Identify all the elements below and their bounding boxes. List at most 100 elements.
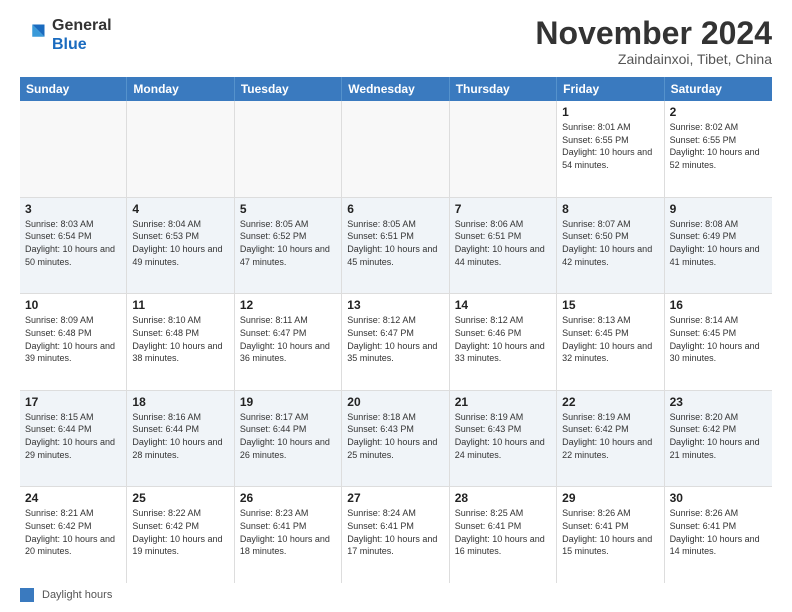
day-number: 29 <box>562 491 658 505</box>
day-info: Sunrise: 8:03 AM Sunset: 6:54 PM Dayligh… <box>25 218 121 268</box>
calendar: SundayMondayTuesdayWednesdayThursdayFrid… <box>20 77 772 583</box>
cal-cell-day-6: 6Sunrise: 8:05 AM Sunset: 6:51 PM Daylig… <box>342 198 449 294</box>
day-number: 16 <box>670 298 767 312</box>
cal-cell-day-17: 17Sunrise: 8:15 AM Sunset: 6:44 PM Dayli… <box>20 391 127 487</box>
cal-cell-day-3: 3 Sunrise: 8:03 AM Sunset: 6:54 PM Daylig… <box>20 198 127 294</box>
day-info: Sunrise: 8:25 AM Sunset: 6:41 PM Dayligh… <box>455 507 551 557</box>
cal-cell-day-26: 26 Sunrise: 8:23 AM Sunset: 6:41 PM Dayli… <box>235 487 342 583</box>
cal-row-0: 1 Sunrise: 8:01 AM Sunset: 6:55 PM Daylig… <box>20 101 772 198</box>
month-title: November 2024 <box>535 16 772 51</box>
cal-cell-day-18: 18Sunrise: 8:16 AM Sunset: 6:44 PM Dayli… <box>127 391 234 487</box>
day-number: 5 <box>240 202 336 216</box>
cal-cell-day-11: 11 Sunrise: 8:10 AM Sunset: 6:48 PM Dayli… <box>127 294 234 390</box>
day-info: Sunrise: 8:12 AM Sunset: 6:47 PM Dayligh… <box>347 314 443 364</box>
title-block: November 2024 Zaindainxoi, Tibet, China <box>535 16 772 67</box>
cal-row-1: 3 Sunrise: 8:03 AM Sunset: 6:54 PM Daylig… <box>20 198 772 295</box>
day-number: 11 <box>132 298 228 312</box>
day-info: Sunrise: 8:20 AM Sunset: 6:42 PM Dayligh… <box>670 411 767 461</box>
day-info: Sunrise: 8:19 AM Sunset: 6:42 PM Dayligh… <box>562 411 658 461</box>
logo: General Blue <box>20 16 112 54</box>
day-number: 24 <box>25 491 121 505</box>
day-number: 3 <box>25 202 121 216</box>
day-info: Sunrise: 8:13 AM Sunset: 6:45 PM Dayligh… <box>562 314 658 364</box>
day-number: 20 <box>347 395 443 409</box>
logo-general: General <box>52 17 112 34</box>
day-number: 26 <box>240 491 336 505</box>
cal-cell-day-10: 10Sunrise: 8:09 AM Sunset: 6:48 PM Dayli… <box>20 294 127 390</box>
day-info: Sunrise: 8:15 AM Sunset: 6:44 PM Dayligh… <box>25 411 121 461</box>
cal-cell-day-19: 19 Sunrise: 8:17 AM Sunset: 6:44 PM Dayli… <box>235 391 342 487</box>
day-info: Sunrise: 8:23 AM Sunset: 6:41 PM Dayligh… <box>240 507 336 557</box>
cal-cell-day-23: 23 Sunrise: 8:20 AM Sunset: 6:42 PM Dayli… <box>665 391 772 487</box>
cal-cell-day-2: 2 Sunrise: 8:02 AM Sunset: 6:55 PM Daylig… <box>665 101 772 197</box>
day-number: 19 <box>240 395 336 409</box>
cal-row-4: 24 Sunrise: 8:21 AM Sunset: 6:42 PM Dayli… <box>20 487 772 583</box>
day-info: Sunrise: 8:24 AM Sunset: 6:41 PM Dayligh… <box>347 507 443 557</box>
cal-cell-day-5: 5 Sunrise: 8:05 AM Sunset: 6:52 PM Daylig… <box>235 198 342 294</box>
day-info: Sunrise: 8:21 AM Sunset: 6:42 PM Dayligh… <box>25 507 121 557</box>
logo-blue: Blue <box>52 36 87 53</box>
day-info: Sunrise: 8:17 AM Sunset: 6:44 PM Dayligh… <box>240 411 336 461</box>
cal-cell-day-12: 12 Sunrise: 8:11 AM Sunset: 6:47 PM Dayli… <box>235 294 342 390</box>
cal-cell-day-30: 30Sunrise: 8:26 AM Sunset: 6:41 PM Dayli… <box>665 487 772 583</box>
cal-cell-day-14: 14Sunrise: 8:12 AM Sunset: 6:46 PM Dayli… <box>450 294 557 390</box>
day-number: 2 <box>670 105 767 119</box>
cal-cell-empty <box>450 101 557 197</box>
header-day-tuesday: Tuesday <box>235 77 342 101</box>
day-info: Sunrise: 8:14 AM Sunset: 6:45 PM Dayligh… <box>670 314 767 364</box>
cal-cell-day-28: 28 Sunrise: 8:25 AM Sunset: 6:41 PM Dayli… <box>450 487 557 583</box>
location: Zaindainxoi, Tibet, China <box>535 51 772 67</box>
day-info: Sunrise: 8:08 AM Sunset: 6:49 PM Dayligh… <box>670 218 767 268</box>
footer: Daylight hours <box>20 583 772 602</box>
cal-row-2: 10Sunrise: 8:09 AM Sunset: 6:48 PM Dayli… <box>20 294 772 391</box>
header-day-friday: Friday <box>557 77 664 101</box>
header-day-saturday: Saturday <box>665 77 772 101</box>
day-info: Sunrise: 8:26 AM Sunset: 6:41 PM Dayligh… <box>670 507 767 557</box>
page: General Blue November 2024 Zaindainxoi, … <box>0 0 792 612</box>
day-number: 27 <box>347 491 443 505</box>
day-info: Sunrise: 8:02 AM Sunset: 6:55 PM Dayligh… <box>670 121 767 171</box>
cal-cell-day-20: 20Sunrise: 8:18 AM Sunset: 6:43 PM Dayli… <box>342 391 449 487</box>
cal-cell-day-16: 16 Sunrise: 8:14 AM Sunset: 6:45 PM Dayli… <box>665 294 772 390</box>
day-number: 15 <box>562 298 658 312</box>
day-info: Sunrise: 8:11 AM Sunset: 6:47 PM Dayligh… <box>240 314 336 364</box>
day-number: 4 <box>132 202 228 216</box>
day-number: 28 <box>455 491 551 505</box>
day-info: Sunrise: 8:22 AM Sunset: 6:42 PM Dayligh… <box>132 507 228 557</box>
cal-cell-day-29: 29Sunrise: 8:26 AM Sunset: 6:41 PM Dayli… <box>557 487 664 583</box>
day-number: 1 <box>562 105 658 119</box>
cal-cell-day-24: 24 Sunrise: 8:21 AM Sunset: 6:42 PM Dayli… <box>20 487 127 583</box>
cal-cell-day-22: 22 Sunrise: 8:19 AM Sunset: 6:42 PM Dayli… <box>557 391 664 487</box>
day-number: 12 <box>240 298 336 312</box>
day-info: Sunrise: 8:01 AM Sunset: 6:55 PM Dayligh… <box>562 121 658 171</box>
cal-cell-day-7: 7Sunrise: 8:06 AM Sunset: 6:51 PM Daylig… <box>450 198 557 294</box>
day-number: 9 <box>670 202 767 216</box>
cal-cell-empty <box>342 101 449 197</box>
calendar-header: SundayMondayTuesdayWednesdayThursdayFrid… <box>20 77 772 101</box>
day-info: Sunrise: 8:19 AM Sunset: 6:43 PM Dayligh… <box>455 411 551 461</box>
day-number: 14 <box>455 298 551 312</box>
header: General Blue November 2024 Zaindainxoi, … <box>20 16 772 67</box>
day-number: 13 <box>347 298 443 312</box>
logo-text: General Blue <box>52 16 112 54</box>
day-info: Sunrise: 8:06 AM Sunset: 6:51 PM Dayligh… <box>455 218 551 268</box>
day-info: Sunrise: 8:05 AM Sunset: 6:52 PM Dayligh… <box>240 218 336 268</box>
cal-cell-day-8: 8Sunrise: 8:07 AM Sunset: 6:50 PM Daylig… <box>557 198 664 294</box>
day-info: Sunrise: 8:05 AM Sunset: 6:51 PM Dayligh… <box>347 218 443 268</box>
cal-cell-day-13: 13 Sunrise: 8:12 AM Sunset: 6:47 PM Dayli… <box>342 294 449 390</box>
cal-cell-empty <box>235 101 342 197</box>
legend-box <box>20 588 34 602</box>
cal-cell-empty <box>127 101 234 197</box>
logo-icon <box>20 21 48 49</box>
day-number: 21 <box>455 395 551 409</box>
cal-cell-day-9: 9 Sunrise: 8:08 AM Sunset: 6:49 PM Daylig… <box>665 198 772 294</box>
day-info: Sunrise: 8:16 AM Sunset: 6:44 PM Dayligh… <box>132 411 228 461</box>
cal-cell-day-27: 27 Sunrise: 8:24 AM Sunset: 6:41 PM Dayli… <box>342 487 449 583</box>
cal-cell-day-15: 15 Sunrise: 8:13 AM Sunset: 6:45 PM Dayli… <box>557 294 664 390</box>
day-info: Sunrise: 8:07 AM Sunset: 6:50 PM Dayligh… <box>562 218 658 268</box>
header-day-sunday: Sunday <box>20 77 127 101</box>
cal-cell-day-4: 4Sunrise: 8:04 AM Sunset: 6:53 PM Daylig… <box>127 198 234 294</box>
day-info: Sunrise: 8:10 AM Sunset: 6:48 PM Dayligh… <box>132 314 228 364</box>
day-number: 22 <box>562 395 658 409</box>
day-number: 23 <box>670 395 767 409</box>
